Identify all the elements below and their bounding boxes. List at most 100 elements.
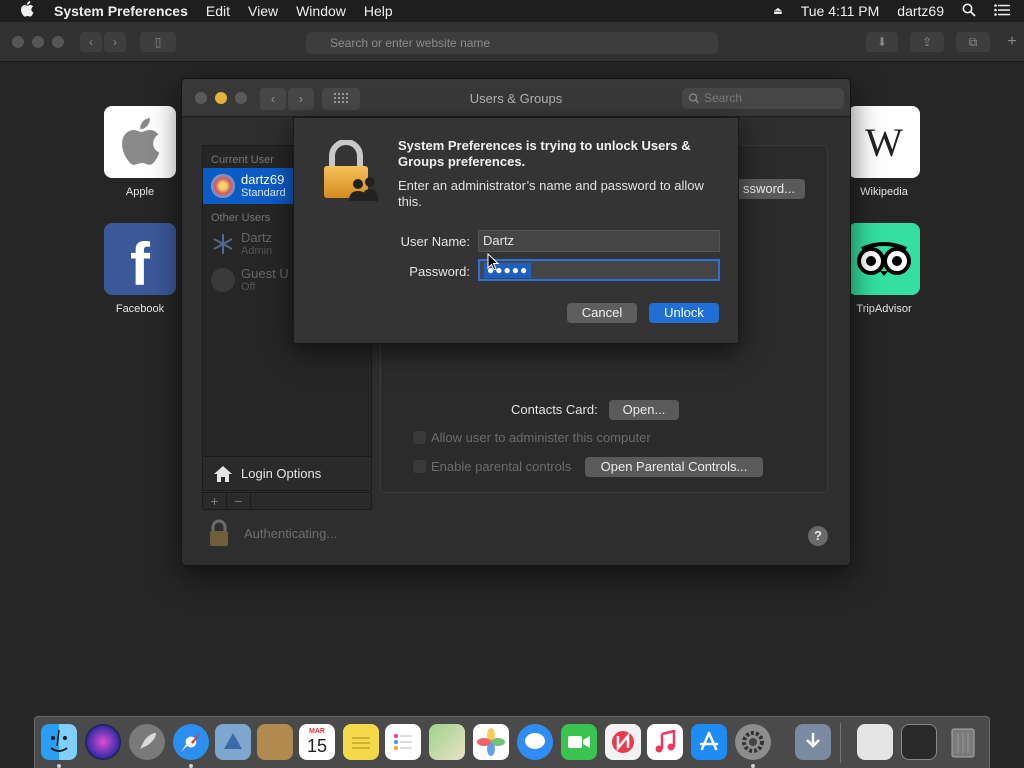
photos-icon[interactable] xyxy=(473,724,509,760)
change-password-button[interactable]: ssword... xyxy=(733,179,805,199)
eject-icon[interactable]: ⏏ xyxy=(773,6,782,17)
downloads-icon[interactable]: ⬇ xyxy=(866,32,898,52)
spotlight-search-icon[interactable] xyxy=(962,3,976,20)
app-store-icon[interactable] xyxy=(691,724,727,760)
menu-help[interactable]: Help xyxy=(364,3,393,19)
favorite-label: TripAdvisor xyxy=(856,303,912,315)
apple-menu-icon[interactable] xyxy=(0,1,54,21)
tabs-overview-icon[interactable]: ⧉ xyxy=(956,32,990,52)
login-options-label: Login Options xyxy=(241,466,322,481)
padlock-users-icon xyxy=(324,140,378,201)
dock: MAR 15 xyxy=(34,716,990,768)
remove-user-button[interactable]: − xyxy=(227,493,251,509)
lock-status-row: Authenticating... xyxy=(208,519,337,547)
window-titlebar: ‹ › Users & Groups Search xyxy=(182,79,850,117)
reminders-icon[interactable] xyxy=(385,724,421,760)
search-icon xyxy=(688,88,700,116)
parental-controls-checkbox-row[interactable]: Enable parental controls xyxy=(413,459,571,474)
username-field[interactable]: Dartz xyxy=(478,230,720,252)
menu-window[interactable]: Window xyxy=(296,3,346,19)
username-label: User Name: xyxy=(400,234,470,249)
user-name: Guest U xyxy=(241,265,289,281)
favorite-facebook[interactable]: f Facebook xyxy=(104,223,176,315)
favorite-label: Apple xyxy=(125,186,155,198)
document-icon[interactable] xyxy=(857,724,893,760)
favorite-apple[interactable]: Apple xyxy=(104,106,176,198)
menubar-user[interactable]: dartz69 xyxy=(897,3,944,19)
zoom-window-button[interactable] xyxy=(52,36,64,48)
siri-icon[interactable] xyxy=(85,724,121,760)
maps-icon[interactable] xyxy=(429,724,465,760)
favorite-label: Wikipedia xyxy=(860,186,908,198)
music-note-icon[interactable] xyxy=(647,724,683,760)
calendar-month: MAR xyxy=(309,728,325,735)
news-icon[interactable] xyxy=(605,724,641,760)
menubar-clock[interactable]: Tue 4:11 PM xyxy=(801,3,880,19)
lock-icon[interactable] xyxy=(208,519,230,547)
minimize-window-button[interactable] xyxy=(32,36,44,48)
launchpad-rocket-icon[interactable] xyxy=(129,724,165,760)
password-label: Password: xyxy=(409,264,470,279)
finder-icon[interactable] xyxy=(41,724,77,760)
unlock-button[interactable]: Unlock xyxy=(649,303,719,323)
guest-avatar-icon xyxy=(211,268,235,292)
close-window-button[interactable] xyxy=(12,36,24,48)
mail-stamp-icon[interactable] xyxy=(215,724,251,760)
messages-bubble-icon[interactable] xyxy=(517,724,553,760)
notification-center-icon[interactable] xyxy=(994,3,1010,19)
address-bar[interactable]: Search or enter website name xyxy=(306,32,718,54)
login-options-item[interactable]: Login Options xyxy=(203,456,371,490)
downloads-folder-icon[interactable] xyxy=(795,724,831,760)
user-role: Standard xyxy=(241,186,286,199)
allow-admin-checkbox[interactable] xyxy=(413,431,426,444)
forward-button[interactable]: › xyxy=(104,32,126,52)
new-tab-icon[interactable]: + xyxy=(1000,30,1024,54)
snowflake-avatar-icon xyxy=(211,232,235,256)
allow-admin-checkbox-row[interactable]: Allow user to administer this computer xyxy=(413,430,651,445)
system-preferences-gear-icon[interactable] xyxy=(735,724,771,760)
dock-running-indicator xyxy=(751,764,755,768)
preferences-search-input[interactable]: Search xyxy=(682,88,844,109)
app-menu-system-preferences[interactable]: System Preferences xyxy=(54,3,188,19)
wikipedia-logo-icon: W xyxy=(848,106,920,178)
back-button[interactable]: ‹ xyxy=(80,32,102,52)
parental-controls-checkbox[interactable] xyxy=(413,460,426,473)
trash-icon[interactable] xyxy=(945,724,981,760)
dialog-message: Enter an administrator’s name and passwo… xyxy=(398,178,704,209)
favorite-tripadvisor[interactable]: TripAdvisor xyxy=(848,223,920,315)
facebook-logo-icon: f xyxy=(104,223,176,298)
facetime-camera-icon[interactable] xyxy=(561,724,597,760)
user-name: dartz69 xyxy=(241,171,285,187)
add-remove-user-bar: + − xyxy=(202,492,372,510)
dialog-title: System Preferences is trying to unlock U… xyxy=(398,138,691,169)
tripadvisor-owl-icon xyxy=(848,223,920,295)
notebook-app-icon[interactable] xyxy=(257,724,293,760)
mouse-pointer-icon xyxy=(487,253,499,271)
safari-toolbar: ‹ › ▯ Search or enter website name ⬇ ⇪ ⧉… xyxy=(0,22,1024,62)
search-placeholder: Search xyxy=(704,91,743,105)
dock-running-indicator xyxy=(57,764,61,768)
authentication-dialog: System Preferences is trying to unlock U… xyxy=(293,117,739,344)
favorite-wikipedia[interactable]: W Wikipedia xyxy=(848,106,920,198)
password-field[interactable]: ●●●●● xyxy=(478,259,720,281)
user-name: Dartz xyxy=(241,229,273,245)
house-icon xyxy=(214,465,232,482)
share-icon[interactable]: ⇪ xyxy=(910,32,944,52)
screenshot-stack-icon[interactable] xyxy=(901,724,937,760)
open-contacts-card-button[interactable]: Open... xyxy=(609,400,679,420)
help-button[interactable]: ? xyxy=(808,526,828,546)
cancel-button[interactable]: Cancel xyxy=(567,303,637,323)
apple-logo-icon xyxy=(104,106,176,178)
calendar-day: 15 xyxy=(306,736,328,756)
safari-compass-icon[interactable] xyxy=(173,724,209,760)
menu-view[interactable]: View xyxy=(248,3,278,19)
open-parental-controls-button[interactable]: Open Parental Controls... xyxy=(585,457,763,477)
calendar-icon[interactable]: MAR 15 xyxy=(299,724,335,760)
sidebar-toggle-icon[interactable]: ▯ xyxy=(140,32,176,52)
notes-icon[interactable] xyxy=(343,724,379,760)
dock-running-indicator xyxy=(189,764,193,768)
lock-status-text: Authenticating... xyxy=(244,525,338,541)
menu-edit[interactable]: Edit xyxy=(206,3,230,19)
add-user-button[interactable]: + xyxy=(203,493,227,509)
user-role: Admin xyxy=(241,244,273,257)
